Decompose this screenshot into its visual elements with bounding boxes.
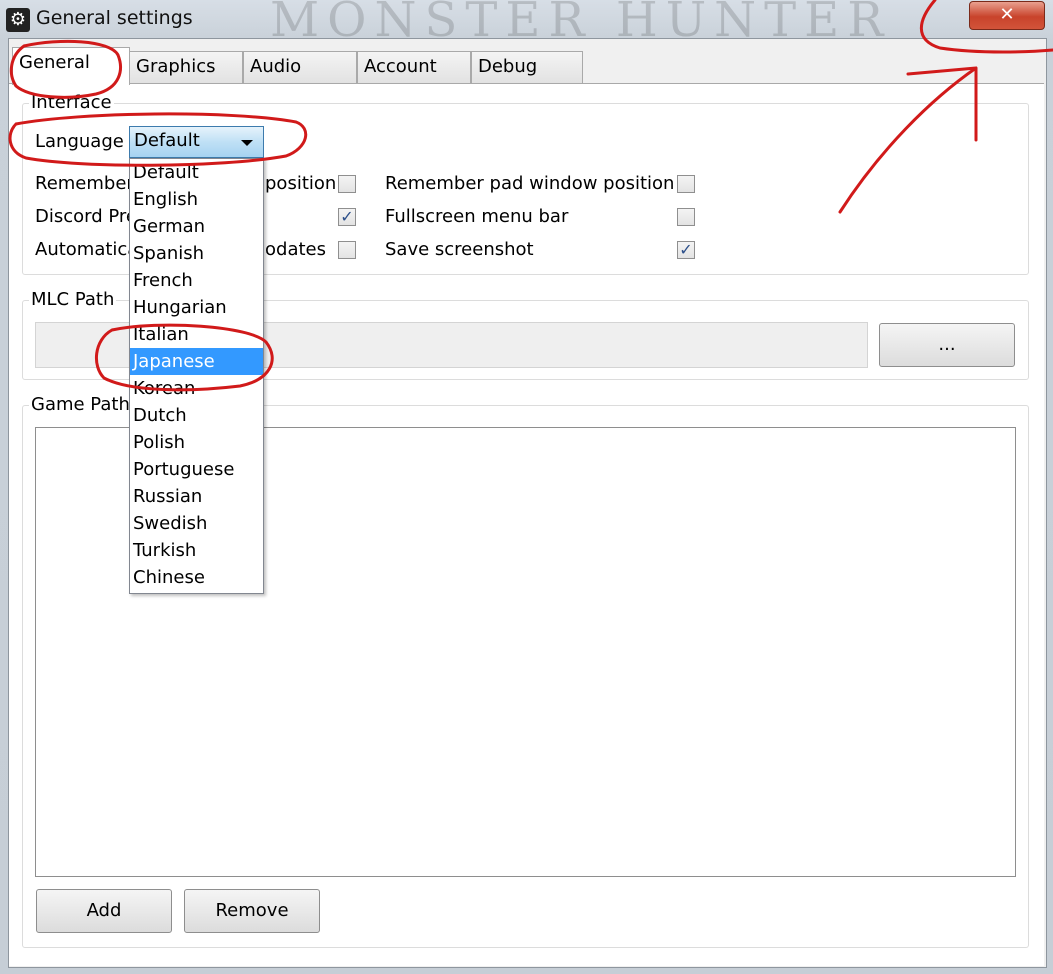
language-option-german[interactable]: German (130, 213, 263, 240)
language-option-hungarian[interactable]: Hungarian (130, 294, 263, 321)
option-label-remember-pad: Remember pad window position (385, 173, 675, 194)
language-option-dutch[interactable]: Dutch (130, 402, 263, 429)
tab-graphics[interactable]: Graphics (129, 51, 243, 83)
general-tab-panel: Interface Language Default Remember posi… (9, 83, 1044, 966)
remember-pad-checkbox[interactable] (677, 175, 695, 193)
language-select-value: Default (134, 130, 200, 151)
window-title: General settings (36, 7, 193, 29)
tab-audio[interactable]: Audio (243, 51, 357, 83)
tab-general[interactable]: General (12, 47, 130, 85)
option-label-discord: Discord Pre (35, 206, 137, 227)
mlc-browse-button[interactable]: ... (879, 323, 1015, 367)
title-bar: ⚙ General settings MONSTER HUNTER ✕ (0, 0, 1053, 48)
language-option-spanish[interactable]: Spanish (130, 240, 263, 267)
game-paths-group-title: Game Paths (29, 394, 142, 415)
language-select[interactable]: Default (129, 126, 264, 158)
language-option-chinese[interactable]: Chinese (130, 564, 263, 591)
option-label-fullscreen-menu: Fullscreen menu bar (385, 206, 569, 227)
language-option-polish[interactable]: Polish (130, 429, 263, 456)
option-label-remember-window: Remember (35, 173, 134, 194)
option-label-auto-updates: Automatica (35, 239, 139, 260)
language-option-portuguese[interactable]: Portuguese (130, 456, 263, 483)
language-option-korean[interactable]: Korean (130, 375, 263, 402)
close-button[interactable]: ✕ (969, 1, 1045, 30)
tab-debug[interactable]: Debug (471, 51, 583, 83)
add-button[interactable]: Add (36, 889, 172, 933)
remove-button[interactable]: Remove (184, 889, 320, 933)
discord-presence-checkbox[interactable]: ✓ (338, 208, 356, 226)
language-label: Language (35, 131, 124, 152)
language-option-default[interactable]: Default (130, 159, 263, 186)
language-option-swedish[interactable]: Swedish (130, 510, 263, 537)
fullscreen-menu-checkbox[interactable] (677, 208, 695, 226)
chevron-down-icon (241, 140, 253, 146)
language-option-english[interactable]: English (130, 186, 263, 213)
language-option-french[interactable]: French (130, 267, 263, 294)
settings-window: ⚙ General settings MONSTER HUNTER ✕ Gene… (0, 0, 1053, 974)
language-option-russian[interactable]: Russian (130, 483, 263, 510)
option-label-remember-window-tail: position (265, 173, 337, 194)
language-dropdown-list: Default English German Spanish French Hungari… (129, 158, 264, 594)
language-option-turkish[interactable]: Turkish (130, 537, 263, 564)
remember-window-checkbox[interactable] (338, 175, 356, 193)
language-option-italian[interactable]: Italian (130, 321, 263, 348)
auto-updates-checkbox[interactable] (338, 241, 356, 259)
option-label-auto-updates-tail: odates (265, 239, 326, 260)
close-icon: ✕ (999, 4, 1015, 25)
language-option-japanese[interactable]: Japanese (130, 348, 263, 375)
option-label-save-screenshot: Save screenshot (385, 239, 534, 260)
tab-account[interactable]: Account (357, 51, 471, 83)
save-screenshot-checkbox[interactable]: ✓ (677, 241, 695, 259)
mlc-group-title: MLC Path (29, 289, 117, 310)
interface-group-title: Interface (29, 92, 114, 113)
gear-icon: ⚙ (6, 8, 30, 32)
client-area: General Graphics Audio Account Debug Int… (8, 38, 1047, 968)
